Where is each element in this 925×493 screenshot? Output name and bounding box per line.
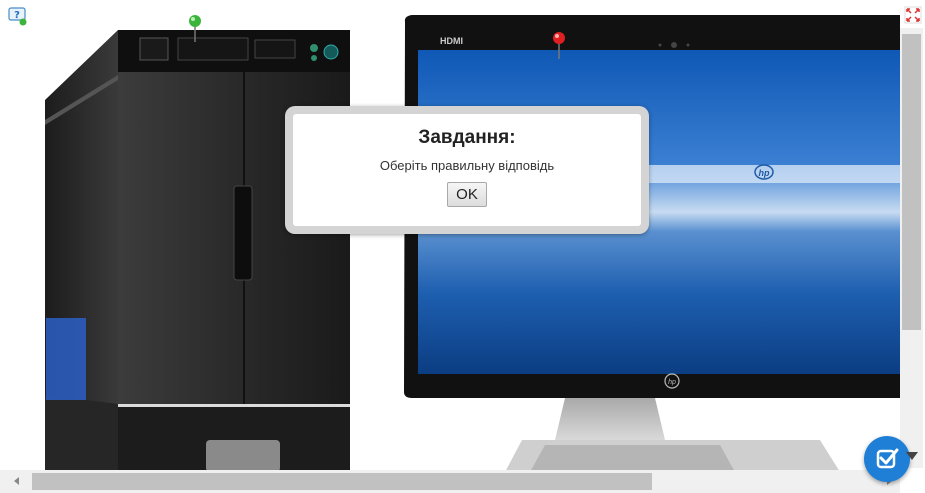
fullscreen-icon[interactable] xyxy=(904,6,922,24)
help-question-icon[interactable]: ? xyxy=(8,6,28,26)
task-dialog-body: Завдання: Оберіть правильну відповідь OK xyxy=(293,114,641,226)
image-stage: HDMI hp hp xyxy=(0,0,900,472)
svg-text:?: ? xyxy=(14,10,20,21)
vertical-scrollbar-thumb[interactable] xyxy=(902,34,921,330)
red-pin-marker[interactable] xyxy=(551,31,567,59)
hp-screen-logo: hp xyxy=(759,168,770,178)
hdmi-label: HDMI xyxy=(440,36,463,46)
check-button-pointer xyxy=(906,452,918,460)
monitor: HDMI hp hp xyxy=(404,15,900,472)
pc-tower xyxy=(45,30,350,472)
computer-illustration: HDMI hp hp xyxy=(45,15,900,472)
green-pin-marker[interactable] xyxy=(187,14,203,42)
check-answer-button[interactable] xyxy=(864,436,910,482)
ok-button[interactable]: OK xyxy=(447,182,487,207)
horizontal-scrollbar-thumb[interactable] xyxy=(32,473,652,490)
task-dialog: Завдання: Оберіть правильну відповідь OK xyxy=(285,106,649,234)
dialog-title: Завдання: xyxy=(418,127,516,148)
hp-bezel-logo: hp xyxy=(668,379,676,386)
scroll-left-arrow-icon[interactable] xyxy=(10,474,24,488)
dialog-message: Оберіть правильну відповідь xyxy=(379,158,555,173)
check-icon xyxy=(876,448,899,469)
